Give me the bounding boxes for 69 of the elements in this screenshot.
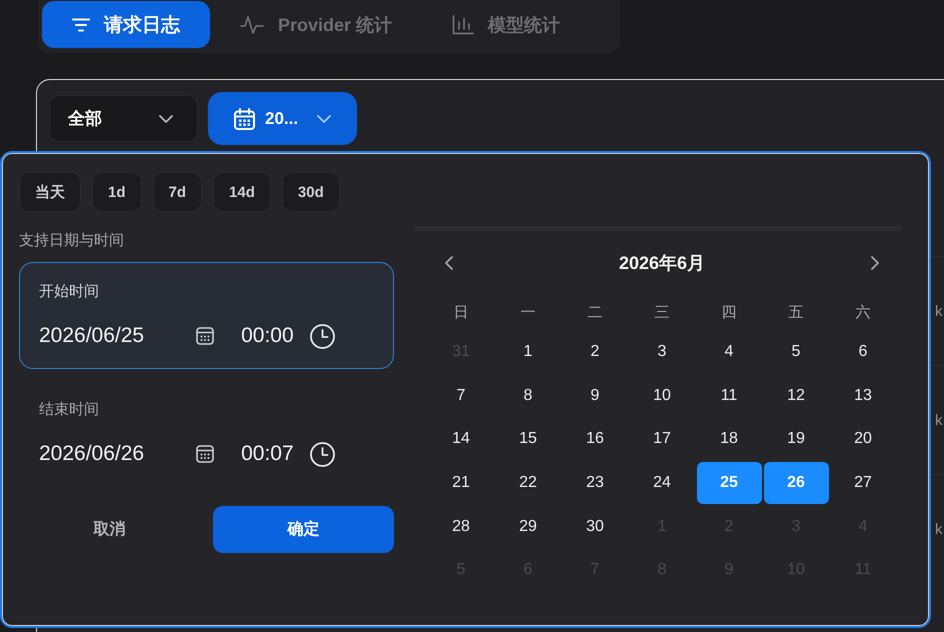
weekday-label: 一: [520, 302, 536, 322]
time-field[interactable]: 00:07: [241, 442, 294, 466]
calendar-day[interactable]: 20: [854, 430, 872, 448]
cancel-button[interactable]: 取消: [86, 513, 134, 546]
calendar-day[interactable]: 14: [452, 430, 470, 448]
calendar-day[interactable]: 24: [653, 474, 671, 492]
calendar-day[interactable]: 9: [590, 386, 600, 405]
calendar-day[interactable]: 12: [787, 386, 805, 405]
weekday-label: 日: [454, 302, 468, 322]
calendar-day[interactable]: 27: [854, 474, 872, 492]
chevron-down-icon: [159, 114, 173, 122]
weekday-label: 五: [788, 302, 804, 322]
date-field[interactable]: 2026/06/26: [39, 442, 144, 466]
calendar-day[interactable]: 13: [854, 386, 872, 405]
confirm-button[interactable]: 确定: [213, 506, 394, 553]
tab[interactable]: 请求日志: [42, 1, 210, 48]
clock-icon[interactable]: [310, 442, 335, 466]
weekday-label: 四: [722, 302, 736, 322]
calendar-day[interactable]: 21: [452, 474, 470, 492]
calendar-day[interactable]: 23: [586, 474, 604, 492]
hint-text: 支持日期与时间: [19, 232, 124, 250]
calendar-icon[interactable]: [196, 445, 214, 463]
calendar-day[interactable]: 10: [653, 386, 671, 405]
clock-icon[interactable]: [310, 324, 335, 348]
calendar-day[interactable]: 2: [590, 343, 600, 362]
table-cell: k: [935, 520, 942, 538]
table-cell: k: [935, 302, 942, 320]
filter-icon: [72, 18, 90, 32]
chevron-down-icon: [317, 114, 331, 122]
calendar-day[interactable]: 16: [586, 430, 604, 448]
calendar-day[interactable]: 8: [524, 386, 532, 405]
calendar-day[interactable]: 19: [787, 430, 805, 448]
field-label: 开始时间: [39, 282, 99, 302]
calendar-day[interactable]: 30: [586, 518, 604, 536]
calendar-day[interactable]: 15: [519, 430, 537, 448]
scope-dropdown[interactable]: 全部: [49, 95, 198, 142]
date-field[interactable]: 2026/06/25: [39, 324, 144, 348]
calendar-day[interactable]: 5: [792, 343, 800, 362]
calendar-day[interactable]: 18: [720, 430, 738, 448]
preset-button[interactable]: 14d: [213, 172, 271, 212]
calendar-day[interactable]: 17: [653, 430, 671, 448]
calendar-icon[interactable]: [196, 327, 214, 345]
calendar-day[interactable]: 29: [519, 518, 537, 536]
calendar-day[interactable]: 3: [658, 343, 666, 362]
chevron-left-icon[interactable]: [445, 256, 453, 270]
calendar-day[interactable]: 1: [524, 343, 532, 362]
calendar-day[interactable]: 11: [720, 386, 738, 405]
weekday-label: 六: [856, 302, 870, 322]
pulse-icon: [240, 14, 264, 34]
date-range-button[interactable]: 20...: [208, 92, 357, 145]
calendar-day[interactable]: 7: [456, 386, 466, 405]
calendar-day[interactable]: 4: [724, 343, 734, 362]
calendar-icon: [234, 108, 255, 130]
preset-button[interactable]: 1d: [92, 172, 142, 212]
time-input-panel[interactable]: 开始时间 2026/06/25 00:00: [19, 262, 394, 369]
table-cell: k: [935, 412, 942, 428]
calendar-day[interactable]: 22: [519, 474, 537, 492]
chevron-right-icon[interactable]: [871, 256, 879, 270]
month-title: 2026年6月: [618, 252, 706, 275]
preset-button[interactable]: 7d: [152, 172, 202, 212]
weekday-label: 二: [588, 302, 602, 322]
time-field[interactable]: 00:00: [241, 324, 294, 348]
bar-chart-icon: [452, 14, 474, 34]
calendar-day[interactable]: 6: [858, 343, 868, 362]
calendar-day[interactable]: 28: [452, 518, 470, 536]
field-label: 结束时间: [39, 400, 99, 420]
weekday-label: 三: [654, 302, 670, 322]
preset-button[interactable]: 30d: [282, 172, 340, 212]
preset-button[interactable]: 当天: [19, 172, 81, 212]
